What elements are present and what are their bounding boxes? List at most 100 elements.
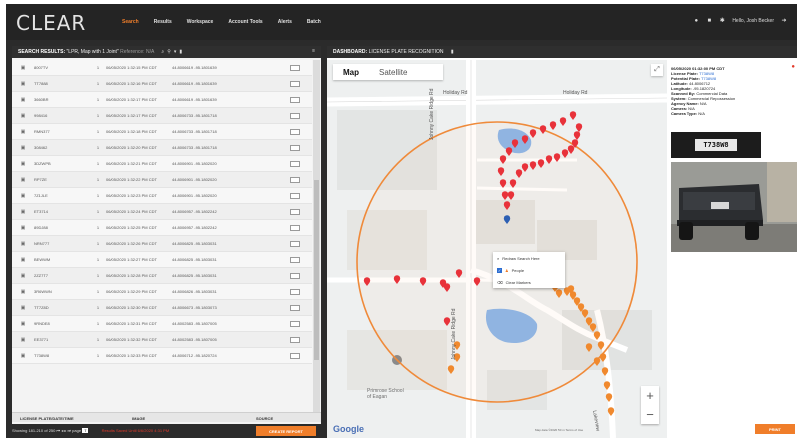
row-plate[interactable]: NRN777: [34, 241, 90, 246]
row-checkbox[interactable]: [290, 176, 300, 183]
nav-account-tools[interactable]: Account Tools: [228, 19, 262, 25]
row-checkbox[interactable]: [290, 144, 300, 151]
map-marker-icon[interactable]: [549, 121, 557, 130]
table-row[interactable]: ▣ 3660BR 1 06/05/2020 1:32:17 PM CDT 44.8006…: [12, 92, 312, 108]
row-plate[interactable]: RMN377: [34, 129, 90, 134]
user-greeting[interactable]: Hello, Josh Becker: [732, 18, 774, 24]
row-checkbox[interactable]: [290, 192, 300, 199]
tab-map[interactable]: Map: [333, 68, 369, 77]
menu-icon[interactable]: ≡: [312, 48, 315, 54]
redraw-search-item[interactable]: ⌕ Redraw Search Here: [493, 252, 565, 264]
row-plate[interactable]: 3R6WWN: [34, 289, 90, 294]
row-plate[interactable]: 9RNDE8: [34, 321, 90, 326]
scrollbar-thumb[interactable]: [314, 180, 319, 360]
row-checkbox[interactable]: [290, 288, 300, 295]
row-checkbox[interactable]: [290, 256, 300, 263]
row-checkbox[interactable]: [290, 208, 300, 215]
row-plate[interactable]: 7Z1JLE: [34, 193, 90, 198]
row-checkbox[interactable]: [290, 240, 300, 247]
row-checkbox[interactable]: [290, 304, 300, 311]
tab-satellite[interactable]: Satellite: [369, 68, 417, 77]
row-checkbox[interactable]: [290, 224, 300, 231]
checkbox-icon[interactable]: ✓: [497, 267, 502, 273]
table-row[interactable]: ▣ 7Z1JLE 1 06/05/2020 1:32:23 PM CDT 44.8006…: [12, 188, 312, 204]
nav-batch[interactable]: Batch: [307, 19, 321, 25]
row-plate[interactable]: 3660BR: [34, 97, 90, 102]
map-marker-icon[interactable]: [569, 111, 577, 120]
row-checkbox[interactable]: [290, 160, 300, 167]
map-marker-icon[interactable]: [573, 131, 581, 140]
table-row[interactable]: ▣ 2ZZ7T7 1 06/05/2020 1:32:28 PM CDT 44.8006…: [12, 268, 312, 284]
fullscreen-icon[interactable]: ⤢: [651, 64, 663, 76]
table-row[interactable]: ▣ 998416 1 06/05/2020 1:32:17 PM CDT 44.8006…: [12, 108, 312, 124]
clear-markers-item[interactable]: ⌫ Clear Markers: [493, 276, 565, 288]
row-plate[interactable]: 8007TV: [34, 65, 90, 70]
create-report-button[interactable]: CREATE REPORT: [256, 426, 316, 436]
nav-results[interactable]: Results: [154, 19, 172, 25]
map-attribution[interactable]: Map data ©2020 50 m Terms of Use: [535, 428, 583, 432]
table-row[interactable]: ▣ 3DZWPB 1 06/05/2020 1:32:21 PM CDT 44.8006…: [12, 156, 312, 172]
table-row[interactable]: ▣ NRN777 1 06/05/2020 1:32:26 PM CDT 44.8006…: [12, 236, 312, 252]
row-plate[interactable]: ET3714: [34, 209, 90, 214]
row-plate[interactable]: EE3771: [34, 337, 90, 342]
row-plate[interactable]: 89DJ88: [34, 225, 90, 230]
table-row[interactable]: ▣ 9RNDE8 1 06/05/2020 1:32:31 PM CDT 44.8002…: [12, 316, 312, 332]
row-plate[interactable]: TT7Z8D: [34, 305, 90, 310]
table-row[interactable]: ▣ 308462 1 06/05/2020 1:32:20 PM CDT 44.8006…: [12, 140, 312, 156]
zoom-out-button[interactable]: −: [641, 405, 659, 424]
table-row[interactable]: ▣ TT7Z8D 1 06/05/2020 1:32:30 PM CDT 44.8006…: [12, 300, 312, 316]
table-row[interactable]: ▣ 89DJ88 1 06/05/2020 1:32:25 PM CDT 44.8006…: [12, 220, 312, 236]
row-checkbox[interactable]: [290, 272, 300, 279]
nav-search[interactable]: Search: [122, 19, 139, 25]
row-checkbox[interactable]: [290, 80, 300, 87]
row-checkbox[interactable]: [290, 64, 300, 71]
row-checkbox[interactable]: [290, 336, 300, 343]
results-scrollbar[interactable]: [313, 60, 320, 412]
row-checkbox[interactable]: [290, 96, 300, 103]
row-plate[interactable]: TT7888: [34, 81, 90, 86]
row-checkbox[interactable]: [290, 320, 300, 327]
table-row[interactable]: ▣ 3R6WWN 1 06/05/2020 1:32:29 PM CDT 44.8006…: [12, 284, 312, 300]
row-plate[interactable]: RP7ZE: [34, 177, 90, 182]
table-row[interactable]: ▣ RMN377 1 06/05/2020 1:32:18 PM CDT 44.8006…: [12, 124, 312, 140]
row-checkbox[interactable]: [290, 352, 300, 359]
row-plate[interactable]: T738W8: [34, 353, 90, 358]
table-row[interactable]: ▣ TT7888 1 06/05/2020 1:32:16 PM CDT 44.8006…: [12, 76, 312, 92]
dashboard-bookmark-icon[interactable]: ▮: [451, 49, 457, 55]
table-row[interactable]: ▣ EE3771 1 06/05/2020 1:32:32 PM CDT 44.8002…: [12, 332, 312, 348]
message-icon[interactable]: ■: [706, 18, 712, 24]
vehicle-image[interactable]: [671, 162, 797, 252]
table-row[interactable]: ▣ BEWWM 1 06/05/2020 1:32:27 PM CDT 44.80068…: [12, 252, 312, 268]
nav-workspace[interactable]: Workspace: [187, 19, 214, 25]
page-input[interactable]: 7: [82, 428, 89, 433]
logout-icon[interactable]: ➜: [781, 18, 787, 24]
row-plate[interactable]: 2ZZ7T7: [34, 273, 90, 278]
table-row[interactable]: ▣ 8007TV 1 06/05/2020 1:32:15 PM CDT 44.8006…: [12, 60, 312, 76]
table-row[interactable]: ▣ ET3714 1 06/05/2020 1:32:24 PM CDT 44.8006…: [12, 204, 312, 220]
close-icon[interactable]: ●: [791, 64, 795, 70]
row-checkbox[interactable]: [290, 128, 300, 135]
pager-controls[interactable]: ⏮ ◂ ▸ ⏭: [57, 428, 73, 433]
plate-image[interactable]: T738W8: [671, 132, 761, 158]
pin-icon[interactable]: ⚲: [167, 49, 174, 55]
map-marker-icon[interactable]: [559, 117, 567, 126]
table-row[interactable]: ▣ T738W8 1 06/05/2020 1:32:33 PM CDT 44.8006…: [12, 348, 312, 364]
settings-icon[interactable]: ✱: [719, 18, 725, 24]
nav-alerts[interactable]: Alerts: [278, 19, 292, 25]
map-canvas[interactable]: [327, 60, 667, 438]
row-checkbox[interactable]: [290, 112, 300, 119]
print-button[interactable]: PRINT: [755, 424, 795, 434]
bell-icon[interactable]: ●: [693, 18, 699, 24]
map-marker-icon[interactable]: [575, 123, 583, 132]
zoom-in-button[interactable]: +: [641, 386, 659, 405]
people-item[interactable]: ✓ ♟ People: [493, 264, 565, 276]
row-count: 1: [96, 193, 100, 198]
dashboard-panel: DASHBOARD: LICENSE PLATE RECOGNITION ▮ M…: [327, 46, 797, 438]
table-row[interactable]: ▣ RP7ZE 1 06/05/2020 1:32:22 PM CDT 44.80069…: [12, 172, 312, 188]
row-plate[interactable]: BEWWM: [34, 257, 90, 262]
row-plate[interactable]: 308462: [34, 145, 90, 150]
bookmark-icon[interactable]: ▮: [179, 49, 185, 55]
map-view[interactable]: Map Satellite ⤢ Holiday Rd Holiday Rd Jo…: [327, 60, 667, 438]
row-plate[interactable]: 998416: [34, 113, 90, 118]
row-plate[interactable]: 3DZWPB: [34, 161, 90, 166]
